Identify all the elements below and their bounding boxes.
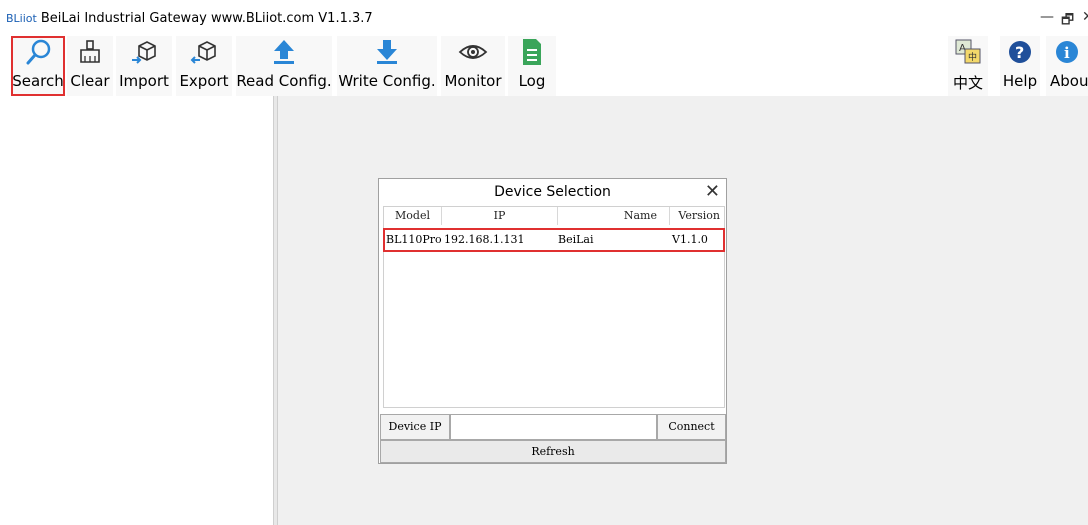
dialog-close-icon[interactable]: ✕ [705,181,720,202]
restore-button[interactable]: 🗗 [1061,9,1074,33]
cell-ip: 192.168.1.131 [444,233,525,246]
box-import-icon [116,38,172,66]
read-config-label: Read Config. [236,72,332,90]
brand-label: BLiiot [6,12,37,25]
cell-version: V1.1.0 [672,233,708,246]
window-title: BLiiot BeiLai Industrial Gateway www.BLii… [6,11,373,26]
write-config-label: Write Config. [338,72,436,90]
device-ip-button[interactable]: Device IP [380,414,450,440]
monitor-label: Monitor [444,72,502,90]
magnifier-icon [11,38,65,66]
svg-text:i: i [1064,44,1070,62]
upload-arrow-icon [236,38,332,66]
close-window-button[interactable]: ✕ [1082,9,1088,25]
refresh-button[interactable]: Refresh [380,440,726,463]
language-label: 中文 [952,74,983,92]
search-button[interactable]: Search [11,36,65,96]
dialog-title: Device Selection [494,184,611,200]
device-ip-input[interactable] [450,414,657,440]
toolbar: Search Clear Import Export Read Config. … [0,36,1088,96]
document-icon [508,38,556,66]
write-config-button[interactable]: Write Config. [337,36,437,96]
cell-model: BL110Pro [386,233,442,246]
column-header-name[interactable]: Name [558,207,670,225]
cell-name: BeiLai [558,233,594,246]
column-header-model[interactable]: Model [384,207,442,225]
search-label: Search [12,72,64,90]
svg-text:中: 中 [968,51,977,63]
language-button[interactable]: A 中 中文 [948,36,988,96]
column-header-ip[interactable]: IP [442,207,558,225]
window-title-text: BeiLai Industrial Gateway www.BLiiot.com… [40,11,373,26]
export-button[interactable]: Export [176,36,232,96]
log-label: Log [518,72,546,90]
minimize-button[interactable]: — [1040,9,1054,25]
import-button[interactable]: Import [116,36,172,96]
broom-icon [67,38,113,66]
read-config-button[interactable]: Read Config. [236,36,332,96]
svg-text:?: ? [1015,43,1024,62]
clear-button[interactable]: Clear [67,36,113,96]
download-arrow-icon [337,38,437,66]
info-icon: i [1046,38,1088,66]
question-icon: ? [1000,38,1040,66]
about-button[interactable]: i Abou [1046,36,1088,96]
about-label: Abou [1050,72,1088,90]
device-tree-panel [0,96,273,525]
device-table: Model IP Name Version BL110Pro 192.168.1… [383,206,725,408]
device-selection-dialog: Device Selection ✕ Model IP Name Version… [378,178,727,464]
column-header-version[interactable]: Version [670,207,724,225]
monitor-button[interactable]: Monitor [441,36,505,96]
export-label: Export [179,72,229,90]
import-label: Import [119,72,169,90]
title-bar: BLiiot BeiLai Industrial Gateway www.BLii… [0,0,1088,36]
clear-label: Clear [70,72,110,90]
eye-icon [441,38,505,66]
help-button[interactable]: ? Help [1000,36,1040,96]
translate-icon: A 中 [948,38,988,66]
table-row[interactable]: BL110Pro 192.168.1.131 BeiLai V1.1.0 [383,228,725,252]
box-export-icon [176,38,232,66]
log-button[interactable]: Log [508,36,556,96]
connect-button[interactable]: Connect [657,414,726,440]
help-label: Help [1002,72,1038,90]
